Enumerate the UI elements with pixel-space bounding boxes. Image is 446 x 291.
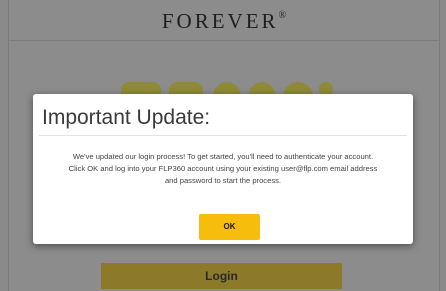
dialog-title: Important Update: <box>42 106 211 129</box>
dialog-divider <box>39 135 407 136</box>
important-update-dialog: Important Update: We've updated our logi… <box>33 94 413 244</box>
dialog-message-line-1: We've updated our login process! To get … <box>72 152 374 161</box>
dialog-message-line-3: and password to start the process. <box>164 176 282 185</box>
modal-overlay: Important Update: We've updated our logi… <box>0 0 446 291</box>
dialog-message-line-2: Click OK and log into your FLP360 accoun… <box>68 164 378 173</box>
dialog-message: We've updated our login process! To get … <box>43 151 403 187</box>
ok-button[interactable]: OK <box>199 214 260 240</box>
